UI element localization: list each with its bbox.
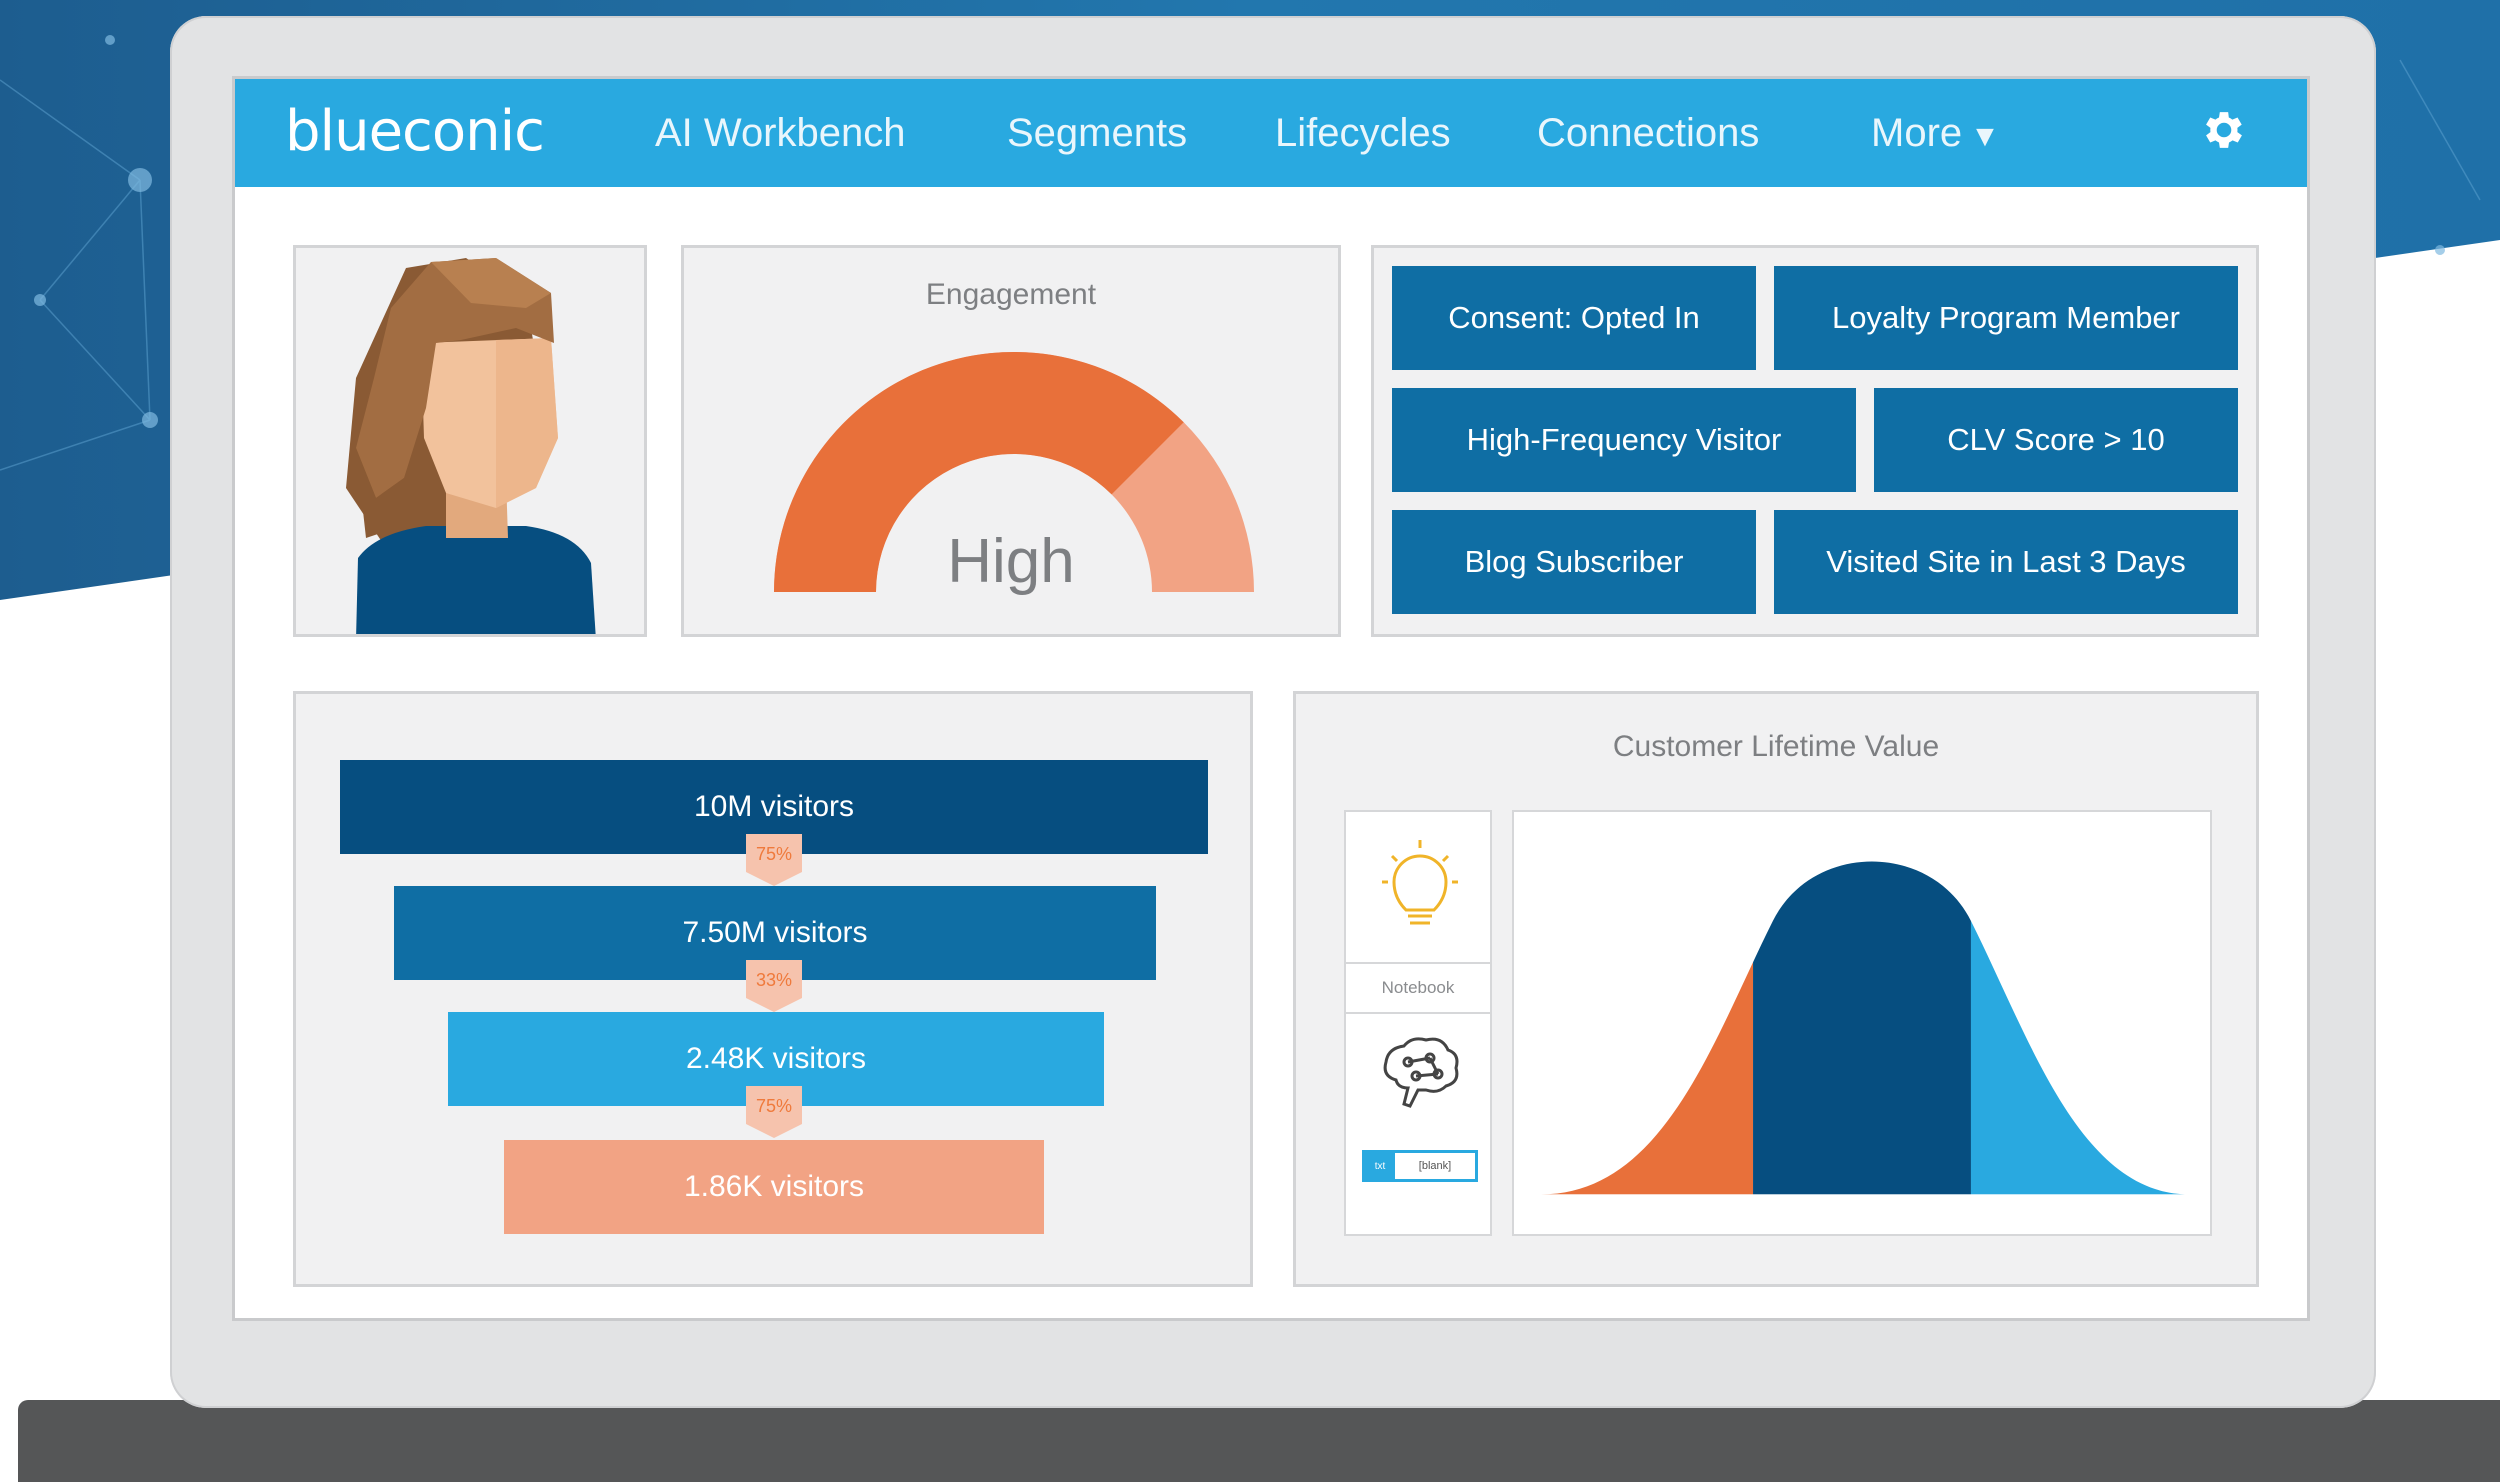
- notebook-input-field[interactable]: txt [blank]: [1362, 1150, 1478, 1182]
- tag-visited-site-last-3-days[interactable]: Visited Site in Last 3 Days: [1774, 510, 2238, 614]
- engagement-value: High: [947, 527, 1075, 596]
- tag-loyalty-program-member[interactable]: Loyalty Program Member: [1774, 266, 2238, 370]
- bell-segment-low: [1541, 861, 1754, 1195]
- customer-lifetime-value-panel: Customer Lifetime Value Notebook txt [bl…: [1293, 691, 2259, 1287]
- clv-title: Customer Lifetime Value: [1612, 730, 1940, 763]
- segment-tags-panel: Consent: Opted In Loyalty Program Member…: [1371, 245, 2259, 637]
- funnel-conversion-2: 33%: [755, 970, 793, 990]
- funnel-conversion-badge: 33%: [746, 960, 802, 1012]
- nav-item-more[interactable]: More ▼: [1871, 111, 2000, 156]
- tag-consent-opted-in[interactable]: Consent: Opted In: [1392, 266, 1756, 370]
- avatar: [346, 258, 596, 634]
- tag-clv-score[interactable]: CLV Score > 10: [1874, 388, 2238, 492]
- funnel-conversion-badge: 75%: [746, 834, 802, 886]
- notebook-sidebar: Notebook txt [blank]: [1344, 810, 1492, 1236]
- laptop-base: [18, 1400, 2500, 1482]
- visitor-funnel-panel: 10M visitors 7.50M visitors 2.48K visito…: [293, 691, 1253, 1287]
- clv-distribution-chart: [1512, 810, 2212, 1236]
- nav-item-ai-workbench[interactable]: AI Workbench: [655, 111, 906, 156]
- gear-icon[interactable]: [2199, 105, 2249, 155]
- input-value: [blank]: [1418, 1160, 1452, 1172]
- bell-segment-high: [1970, 861, 2189, 1195]
- notebook-label[interactable]: Notebook: [1346, 962, 1490, 1014]
- funnel-conversion-3: 75%: [755, 1096, 793, 1116]
- input-type-tag: txt: [1365, 1153, 1395, 1179]
- bell-segment-mid: [1753, 861, 1971, 1195]
- profile-avatar-panel: [293, 245, 647, 637]
- brain-icon[interactable]: [1346, 1020, 1494, 1130]
- bell-curve: [1541, 861, 2189, 1195]
- nav-item-more-label: More: [1871, 111, 1963, 155]
- tag-blog-subscriber[interactable]: Blog Subscriber: [1392, 510, 1756, 614]
- lightbulb-icon[interactable]: [1346, 812, 1494, 962]
- engagement-panel: Engagement High: [681, 245, 1341, 637]
- caret-down-icon: ▼: [1970, 120, 2000, 153]
- top-nav-bar: blueconic AI Workbench Segments Lifecycl…: [235, 79, 2307, 187]
- nav-item-connections[interactable]: Connections: [1537, 111, 1759, 156]
- app-logo[interactable]: blueconic: [285, 99, 545, 164]
- funnel-conversion-1: 75%: [755, 844, 793, 864]
- funnel-stage-4[interactable]: 1.86K visitors: [504, 1140, 1044, 1234]
- nav-item-segments[interactable]: Segments: [1007, 111, 1187, 156]
- nav-item-lifecycles[interactable]: Lifecycles: [1275, 111, 1451, 156]
- tag-high-frequency-visitor[interactable]: High-Frequency Visitor: [1392, 388, 1856, 492]
- app-screen: blueconic AI Workbench Segments Lifecycl…: [232, 76, 2310, 1321]
- funnel-conversion-badge: 75%: [746, 1086, 802, 1138]
